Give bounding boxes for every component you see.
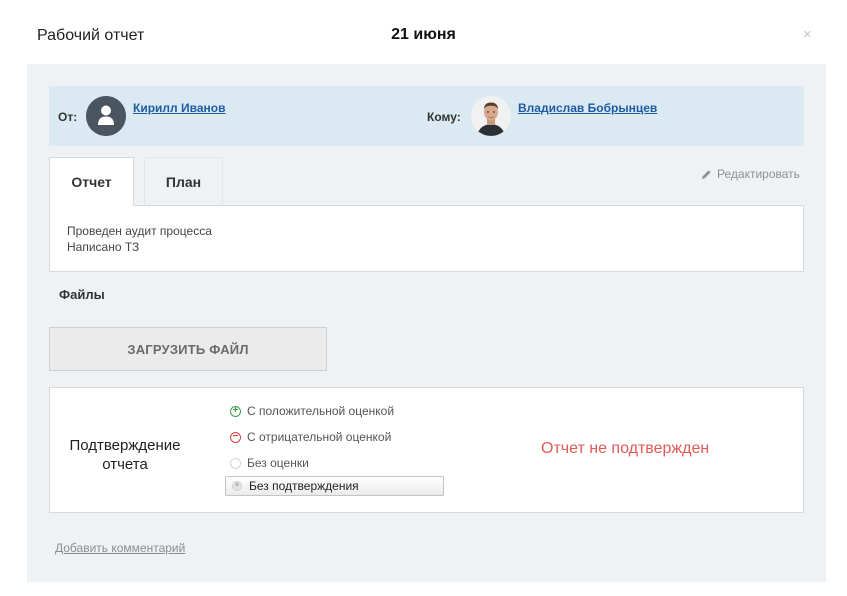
edit-button[interactable]: Редактировать — [701, 167, 800, 181]
option-negative[interactable]: − С отрицательной оценкой — [230, 430, 391, 444]
to-user-link[interactable]: Владислав Бобрынцев — [518, 101, 657, 115]
pencil-icon — [702, 169, 711, 179]
user-placeholder-icon — [86, 96, 126, 136]
report-line: Проведен аудит процесса — [67, 224, 212, 238]
add-comment-link[interactable]: Добавить комментарий — [55, 541, 185, 555]
option-no-rating[interactable]: Без оценки — [230, 456, 309, 470]
confirmation-section: Подтверждение отчета + С положительной о… — [49, 387, 804, 513]
report-content: Проведен аудит процесса Написано ТЗ — [49, 205, 804, 272]
option-positive[interactable]: + С положительной оценкой — [230, 404, 394, 418]
from-avatar[interactable] — [86, 96, 126, 136]
user-photo — [471, 96, 511, 136]
close-circle-icon: × — [232, 481, 242, 491]
report-panel: От: Кирилл Иванов Кому: Владислав Бобрын — [27, 64, 826, 582]
tab-report[interactable]: Отчет — [49, 157, 134, 206]
from-label: От: — [58, 110, 78, 124]
status-badge: Отчет не подтвержден — [541, 440, 710, 457]
option-negative-label: С отрицательной оценкой — [247, 430, 392, 444]
tab-plan[interactable]: План — [144, 157, 223, 205]
close-icon[interactable]: × — [803, 27, 812, 43]
report-line: Написано ТЗ — [67, 240, 140, 254]
plus-circle-icon: + — [230, 405, 241, 417]
from-user-link[interactable]: Кирилл Иванов — [133, 101, 225, 115]
to-avatar[interactable] — [471, 96, 511, 136]
option-no-rating-label: Без оценки — [247, 456, 309, 470]
empty-circle-icon — [230, 457, 241, 469]
no-confirmation-button[interactable]: × Без подтверждения — [225, 476, 444, 496]
minus-circle-icon: − — [230, 431, 241, 443]
no-confirmation-label: Без подтверждения — [249, 479, 359, 493]
files-heading: Файлы — [59, 287, 105, 302]
option-positive-label: С положительной оценкой — [247, 404, 395, 418]
edit-label: Редактировать — [717, 167, 800, 181]
report-date: 21 июня — [391, 26, 456, 43]
people-bar: От: Кирилл Иванов Кому: Владислав Бобрын — [49, 86, 804, 146]
to-label: Кому: — [427, 110, 461, 124]
confirmation-label: Подтверждение отчета — [69, 437, 181, 473]
upload-file-button[interactable]: ЗАГРУЗИТЬ ФАЙЛ — [49, 327, 327, 371]
